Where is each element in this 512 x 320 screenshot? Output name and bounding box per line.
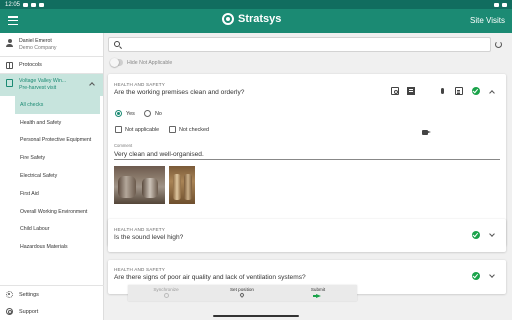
not-applicable-label: Not applicable — [125, 126, 160, 133]
notification-icon — [23, 2, 29, 7]
user-name: Daniel Emerot — [19, 38, 52, 44]
status-time: 12:05 — [5, 1, 21, 8]
gear-icon — [6, 291, 13, 298]
chevron-up-icon[interactable] — [89, 82, 95, 88]
chevron-down-icon[interactable] — [489, 231, 495, 237]
user-profile[interactable]: Daniel Emerot Demo Company — [0, 33, 103, 57]
refresh-icon[interactable] — [495, 41, 502, 48]
sidebar-item-protocols[interactable]: Protocols — [0, 57, 103, 74]
not-checked-label: Not checked — [179, 126, 209, 133]
document-icon[interactable] — [455, 87, 463, 95]
not-applicable-checkbox[interactable] — [115, 126, 122, 133]
camera-icon[interactable] — [391, 87, 399, 95]
chevron-up-icon[interactable] — [489, 90, 495, 96]
arrow-icon — [312, 293, 321, 298]
set-position-label: Set position — [229, 287, 254, 292]
person-icon — [6, 39, 13, 47]
site-visits-link[interactable]: Site Visits — [470, 16, 505, 25]
toggle-label: Hide Not Applicable — [127, 59, 173, 66]
radio-no[interactable] — [144, 110, 151, 117]
bottom-action-bar: Synchronize Set position Submit — [128, 285, 357, 301]
toggle-switch[interactable] — [110, 58, 123, 67]
check-card[interactable]: HEALTH AND SAFETY Is the sound level hig… — [108, 219, 506, 252]
sync-icon — [163, 293, 169, 298]
card-question: Are there signs of poor air quality and … — [114, 274, 306, 281]
video-icon[interactable] — [422, 129, 431, 135]
brand-name: Stratsys — [238, 13, 282, 25]
sidebar-item-label: Settings — [19, 291, 39, 298]
notification-icon — [31, 2, 37, 7]
card-category: HEALTH AND SAFETY — [114, 267, 166, 272]
submit-button[interactable]: Submit — [280, 286, 356, 300]
visit-icon — [6, 79, 13, 87]
sidebar-subitem-health-and-safety[interactable]: Health and Safety — [0, 114, 103, 132]
sidebar-item-support[interactable]: Support — [0, 303, 104, 320]
search-icon — [114, 41, 120, 47]
sidebar-item-visit[interactable]: Voltage Valley Win... Pre-harvest visit — [0, 74, 103, 96]
app-bar: Stratsys Site Visits — [0, 9, 512, 33]
visit-subtitle: Pre-harvest visit — [19, 85, 57, 91]
sidebar: Daniel Emerot Demo Company Protocols Vol… — [0, 33, 104, 320]
card-category: HEALTH AND SAFETY — [114, 82, 166, 87]
card-category: HEALTH AND SAFETY — [114, 227, 166, 232]
sidebar-subitem-first-aid[interactable]: First Aid — [0, 185, 103, 203]
photo-thumbnail[interactable] — [114, 166, 165, 204]
search-input[interactable] — [125, 40, 485, 50]
status-bar: 12:05 — [0, 0, 512, 9]
sidebar-item-label: Protocols — [19, 62, 42, 68]
sidebar-bottom: Settings Support — [0, 285, 104, 320]
brand: Stratsys — [222, 13, 281, 25]
card-question: Are the working premises clean and order… — [114, 89, 245, 96]
photo-thumbnail[interactable] — [169, 166, 195, 204]
radio-no-label: No — [155, 110, 162, 117]
submit-label: Submit — [310, 287, 326, 292]
check-icon — [472, 272, 480, 280]
sidebar-subitem-child-labour[interactable]: Child Labour — [0, 221, 103, 239]
main-content: Hide Not Applicable HEALTH AND SAFETY Ar… — [104, 33, 512, 320]
synchronize-label: Synchronize — [153, 287, 179, 292]
mic-icon[interactable] — [441, 88, 444, 94]
sidebar-item-settings[interactable]: Settings — [0, 286, 104, 303]
sidebar-subitem-ppe[interactable]: Personal Protective Equipment — [0, 132, 103, 150]
user-company: Demo Company — [19, 45, 57, 51]
visit-title: Voltage Valley Win... — [19, 78, 67, 84]
search-bar[interactable] — [108, 37, 491, 52]
set-position-button[interactable]: Set position — [204, 286, 280, 300]
check-icon — [472, 87, 480, 95]
menu-icon[interactable] — [8, 16, 18, 26]
check-icon — [472, 231, 480, 239]
wifi-icon — [494, 2, 499, 7]
sidebar-subitem-all-checks[interactable]: All checks — [15, 96, 100, 114]
sidebar-subitem-fire-safety[interactable]: Fire Safety — [0, 149, 103, 167]
sidebar-subitem-hazardous-materials[interactable]: Hazardous Materials — [0, 238, 103, 256]
battery-icon — [502, 2, 507, 7]
radio-yes[interactable] — [115, 110, 122, 117]
sidebar-item-label: Support — [19, 308, 39, 315]
sidebar-subitem-electrical-safety[interactable]: Electrical Safety — [0, 167, 103, 185]
radio-yes-label: Yes — [126, 110, 135, 117]
support-icon — [6, 308, 13, 315]
book-icon — [6, 61, 13, 69]
comment-label: Comment — [114, 143, 133, 148]
not-checked-checkbox[interactable] — [169, 126, 176, 133]
comment-field[interactable] — [114, 149, 500, 160]
hide-not-applicable-toggle[interactable]: Hide Not Applicable — [110, 58, 173, 67]
pin-icon — [239, 292, 245, 298]
sidebar-subitem-overall-working-environment[interactable]: Overall Working Environment — [0, 203, 103, 221]
note-icon[interactable] — [407, 87, 415, 95]
notification-icon — [39, 2, 45, 7]
card-question: Is the sound level high? — [114, 234, 184, 241]
synchronize-button[interactable]: Synchronize — [128, 286, 204, 300]
gesture-nav-bar[interactable] — [213, 315, 299, 317]
brand-logo-icon — [222, 13, 234, 25]
chevron-down-icon[interactable] — [489, 272, 495, 278]
